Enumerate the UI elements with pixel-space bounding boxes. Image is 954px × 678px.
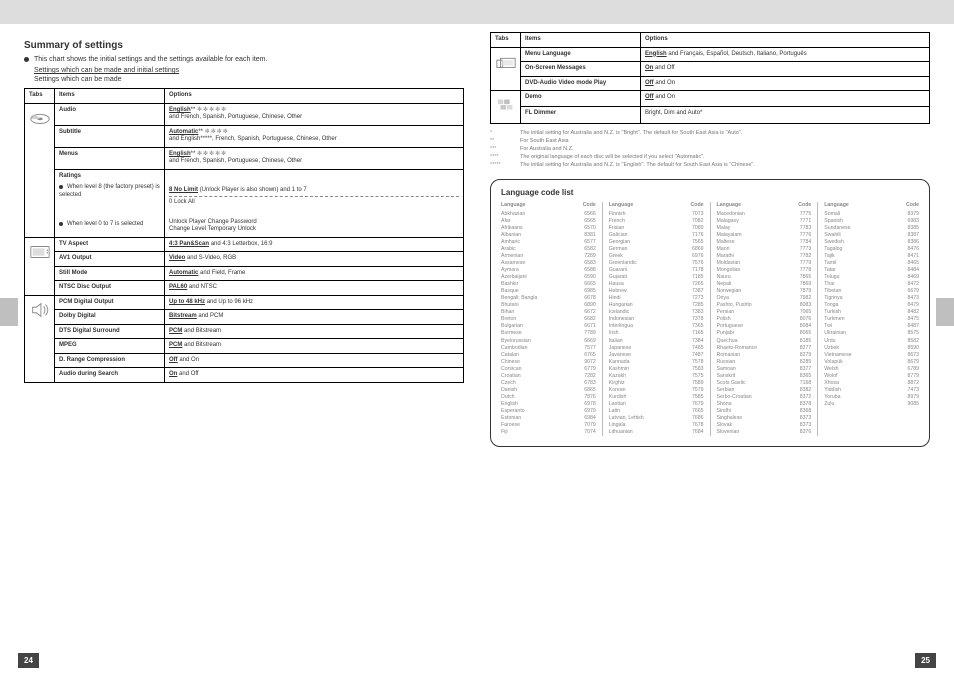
code-title: Language code list [501, 188, 919, 197]
legend-underlined: Settings which can be made and initial s… [34, 67, 179, 74]
settings-table-right: Tabs Items Options Menu Language English… [490, 32, 930, 124]
page-number-right: 25 [915, 653, 936, 668]
footnotes: *The initial setting for Australia and N… [490, 130, 930, 170]
others-icon [495, 94, 517, 116]
tab-disc-icon-cell [25, 103, 55, 237]
left-column: Summary of settings This chart shows the… [24, 32, 464, 447]
page-content: Summary of settings This chart shows the… [0, 24, 954, 447]
page-title: Summary of settings [24, 40, 464, 51]
tv-icon [29, 241, 51, 263]
header-bar [0, 0, 954, 24]
display-icon [495, 51, 517, 73]
col-head-tabs: Tabs [25, 89, 55, 104]
speaker-icon [29, 299, 51, 321]
col-head-items: Items [55, 89, 165, 104]
settings-table-left: Tabs Items Options Audio English** ✻✻✻✻✻… [24, 88, 464, 383]
intro-text: This chart shows the initial settings an… [34, 55, 267, 64]
tab-audio-icon-cell [25, 295, 55, 382]
language-code-box: Language code list LanguageCodeAbkhazian… [490, 179, 930, 447]
intro-bullet: This chart shows the initial settings an… [24, 55, 464, 84]
side-tab-left [0, 298, 18, 326]
disc-icon [29, 107, 51, 129]
page-number-left: 24 [18, 653, 39, 668]
legend-plain: Settings which can be made [34, 76, 122, 83]
right-column: Tabs Items Options Menu Language English… [490, 32, 930, 447]
tab-video-icon-cell [25, 237, 55, 295]
col-head-options: Options [165, 89, 464, 104]
side-tab-right [936, 298, 954, 326]
item-name: Audio [59, 107, 76, 113]
